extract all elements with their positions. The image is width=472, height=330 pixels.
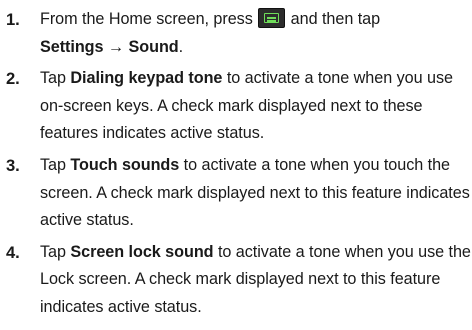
step-text: Tap xyxy=(40,155,66,174)
step-number: 4. xyxy=(6,242,20,262)
step-1: 1. From the Home screen, press and then … xyxy=(0,6,472,61)
step-text: From the Home screen, press xyxy=(40,10,253,28)
step-number: 3. xyxy=(6,155,20,175)
step-2: 2. Tap Dialing keypad tone to activate a… xyxy=(0,65,472,148)
menu-path-sound: Sound xyxy=(128,37,179,56)
step-number: 2. xyxy=(6,69,20,89)
option-dialing-keypad-tone: Dialing keypad tone xyxy=(70,69,223,88)
step-3: 3. Tap Touch sounds to activate a tone w… xyxy=(0,152,472,235)
arrow-glyph: → xyxy=(107,37,125,56)
menu-path-settings: Settings xyxy=(40,37,104,56)
step-text: . xyxy=(178,37,184,56)
step-number: 1. xyxy=(6,10,20,29)
instruction-list: 1. From the Home screen, press and then … xyxy=(0,6,472,326)
step-text: Tap xyxy=(40,69,66,88)
option-touch-sounds: Touch sounds xyxy=(70,155,180,174)
option-screen-lock-sound: Screen lock sound xyxy=(70,242,214,261)
menu-key-icon xyxy=(258,8,286,28)
step-text: Tap xyxy=(40,242,66,261)
step-text: and then tap xyxy=(290,10,381,28)
step-4: 4. Tap Screen lock sound to activate a t… xyxy=(0,239,472,322)
